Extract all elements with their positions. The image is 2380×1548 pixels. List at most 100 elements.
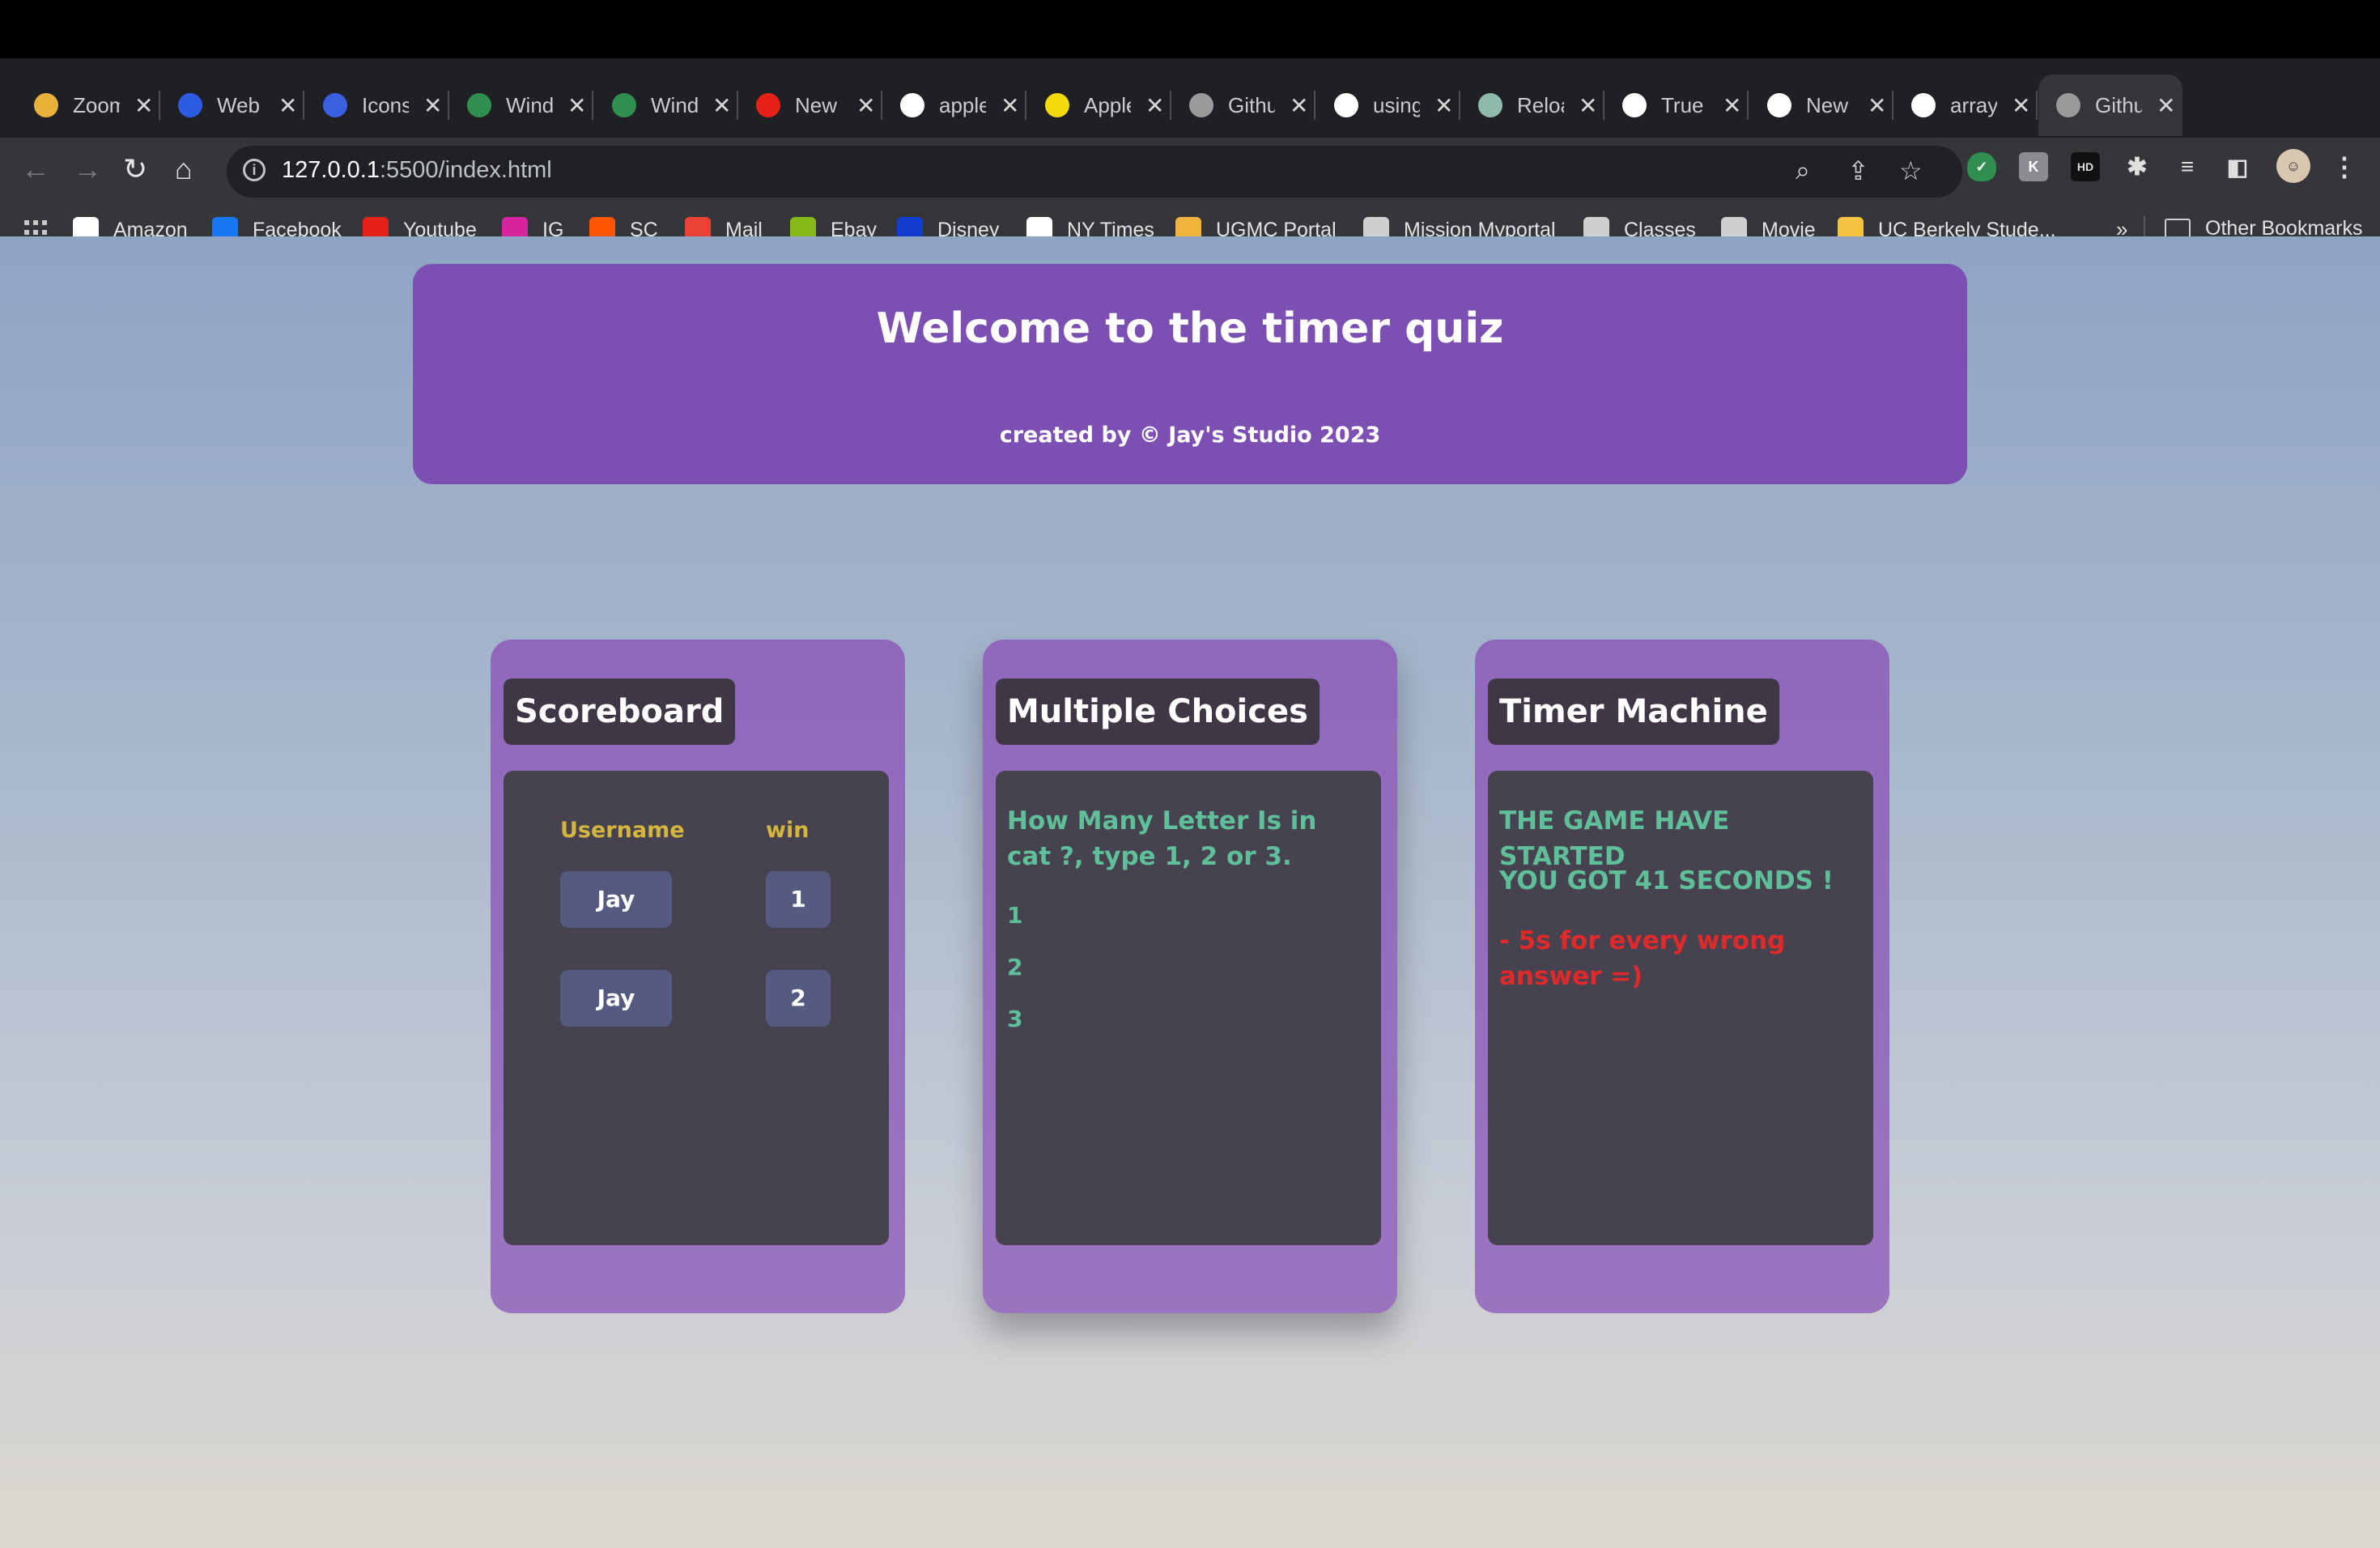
tab-title: Zoom xyxy=(73,92,120,117)
close-tab-icon[interactable]: ✕ xyxy=(712,92,731,119)
username-cell: Jay xyxy=(560,871,672,928)
google-icon xyxy=(1334,93,1358,117)
tab-separator xyxy=(1314,91,1315,120)
tab-title: New xyxy=(795,92,838,117)
username-column-header: Username xyxy=(560,818,685,843)
youtube-icon xyxy=(756,93,780,117)
browser-tab[interactable]: New ✕ xyxy=(1749,74,1893,136)
site-info-icon[interactable]: i xyxy=(243,159,266,181)
side-panel-icon[interactable]: ◧ xyxy=(2223,152,2252,181)
kit-extension-icon[interactable]: K xyxy=(2019,152,2048,181)
quiz-question: How Many Letter Is in cat ?, type 1, 2 o… xyxy=(1007,806,1317,871)
browser-tab[interactable]: Github ✕ xyxy=(1171,74,1315,136)
win-cell: 1 xyxy=(766,871,831,928)
bookmark-star-icon[interactable]: ☆ xyxy=(1899,155,1923,186)
scoreboard-card: Scoreboard Username win Jay 1 Jay 2 xyxy=(491,640,905,1313)
choice-option-1[interactable]: 1 xyxy=(1007,902,1022,929)
timer-panel: THE GAME HAVE STARTED YOU GOT 41 SECONDS… xyxy=(1488,771,1873,1245)
extensions-puzzle-icon[interactable]: ✱ xyxy=(2123,152,2152,181)
browser-tab[interactable]: Web ✕ xyxy=(160,74,304,136)
tab-title: using xyxy=(1373,92,1420,117)
tag-icon xyxy=(1045,93,1069,117)
page-title: Welcome to the timer quiz xyxy=(876,304,1504,353)
github-icon xyxy=(1622,93,1647,117)
close-tab-icon[interactable]: ✕ xyxy=(278,92,297,119)
tab-title: Apple xyxy=(1084,92,1131,117)
tab-title: True xyxy=(1661,92,1704,117)
google-icon xyxy=(900,93,924,117)
scoreboard-panel: Username win Jay 1 Jay 2 xyxy=(504,771,889,1245)
close-tab-icon[interactable]: ✕ xyxy=(1001,92,1019,119)
openai-icon xyxy=(1478,93,1502,117)
globe-icon xyxy=(1189,93,1213,117)
close-tab-icon[interactable]: ✕ xyxy=(1868,92,1886,119)
tab-separator xyxy=(1747,91,1749,120)
tab-separator xyxy=(2036,91,2038,120)
close-tab-icon[interactable]: ✕ xyxy=(856,92,875,119)
zoom-icon[interactable]: ⌕ xyxy=(1796,155,1810,186)
tab-title: New xyxy=(1806,92,1849,117)
page-header: Welcome to the timer quiz created by © J… xyxy=(413,264,1967,484)
choice-option-2[interactable]: 2 xyxy=(1007,954,1022,980)
window-top-bar xyxy=(0,0,2380,58)
more-menu-icon[interactable]: ⋮ xyxy=(2330,152,2359,181)
tab-title: array xyxy=(1950,92,1997,117)
address-url[interactable]: 127.0.0.1:5500/index.html xyxy=(282,157,552,184)
browser-tab[interactable]: New ✕ xyxy=(738,74,882,136)
countdown-text: YOU GOT 41 SECONDS ! xyxy=(1499,866,1834,895)
browser-tab[interactable]: Window ✕ xyxy=(594,74,738,136)
w-icon xyxy=(467,93,491,117)
tab-title: Icons xyxy=(362,92,409,117)
tab-separator xyxy=(303,91,304,120)
browser-tab[interactable]: Github ✕ xyxy=(2038,74,2182,136)
reload-icon[interactable]: ↻ xyxy=(123,152,147,186)
browser-tab[interactable]: Apple ✕ xyxy=(1027,74,1171,136)
close-tab-icon[interactable]: ✕ xyxy=(1290,92,1308,119)
close-tab-icon[interactable]: ✕ xyxy=(1579,92,1597,119)
f-icon xyxy=(323,93,347,117)
home-icon[interactable]: ⌂ xyxy=(175,152,193,186)
quiz-title: Multiple Choices xyxy=(996,678,1320,745)
browser-tab[interactable]: using ✕ xyxy=(1316,74,1460,136)
profile-avatar[interactable]: ☺ xyxy=(2276,149,2310,183)
forward-icon[interactable]: → xyxy=(73,152,102,186)
close-tab-icon[interactable]: ✕ xyxy=(567,92,586,119)
share-icon[interactable]: ⇪ xyxy=(1847,155,1869,186)
browser-tab[interactable]: Icons ✕ xyxy=(305,74,449,136)
choice-option-3[interactable]: 3 xyxy=(1007,1006,1022,1032)
browser-tab[interactable]: Reload ✕ xyxy=(1460,74,1604,136)
browser-tab[interactable]: Zoom ✕ xyxy=(16,74,160,136)
close-tab-icon[interactable]: ✕ xyxy=(423,92,442,119)
tab-separator xyxy=(592,91,593,120)
chrome-icon xyxy=(1767,93,1791,117)
tab-title: Github xyxy=(1228,92,1275,117)
browser-tab[interactable]: Window ✕ xyxy=(449,74,593,136)
address-bar[interactable]: i 127.0.0.1:5500/index.html ⌕ ⇪ ☆ xyxy=(227,146,1962,198)
username-cell: Jay xyxy=(560,970,672,1027)
browser-tab[interactable]: apple ✕ xyxy=(882,74,1026,136)
shield-extension-icon[interactable]: ✓ xyxy=(1967,152,1996,181)
google-icon xyxy=(1911,93,1936,117)
close-tab-icon[interactable]: ✕ xyxy=(1434,92,1453,119)
close-tab-icon[interactable]: ✕ xyxy=(1723,92,1741,119)
close-tab-icon[interactable]: ✕ xyxy=(2012,92,2030,119)
page-credit: created by © Jay's Studio 2023 xyxy=(999,423,1381,448)
close-tab-icon[interactable]: ✕ xyxy=(1145,92,1164,119)
hd-extension-icon[interactable]: HD xyxy=(2071,152,2100,181)
tab-title: Window xyxy=(651,92,698,117)
w-icon xyxy=(612,93,636,117)
win-column-header: win xyxy=(766,818,810,843)
close-tab-icon[interactable]: ✕ xyxy=(2157,92,2175,119)
timer-card: Timer Machine THE GAME HAVE STARTED YOU … xyxy=(1475,640,1889,1313)
back-icon[interactable]: ← xyxy=(21,152,50,186)
browser-tab[interactable]: array ✕ xyxy=(1893,74,2038,136)
tab-strip: Zoom✕Web✕Icons✕Window✕Window✕New✕apple✕A… xyxy=(0,58,2380,172)
browser-tab[interactable]: True ✕ xyxy=(1604,74,1749,136)
globe-icon xyxy=(2056,93,2080,117)
penalty-text: - 5s for every wrong answer =) xyxy=(1499,926,1786,991)
tab-title: Window xyxy=(506,92,553,117)
close-tab-icon[interactable]: ✕ xyxy=(134,92,153,119)
zoom-icon xyxy=(34,93,58,117)
media-controls-icon[interactable]: ≡ xyxy=(2173,152,2202,181)
z-icon xyxy=(178,93,202,117)
